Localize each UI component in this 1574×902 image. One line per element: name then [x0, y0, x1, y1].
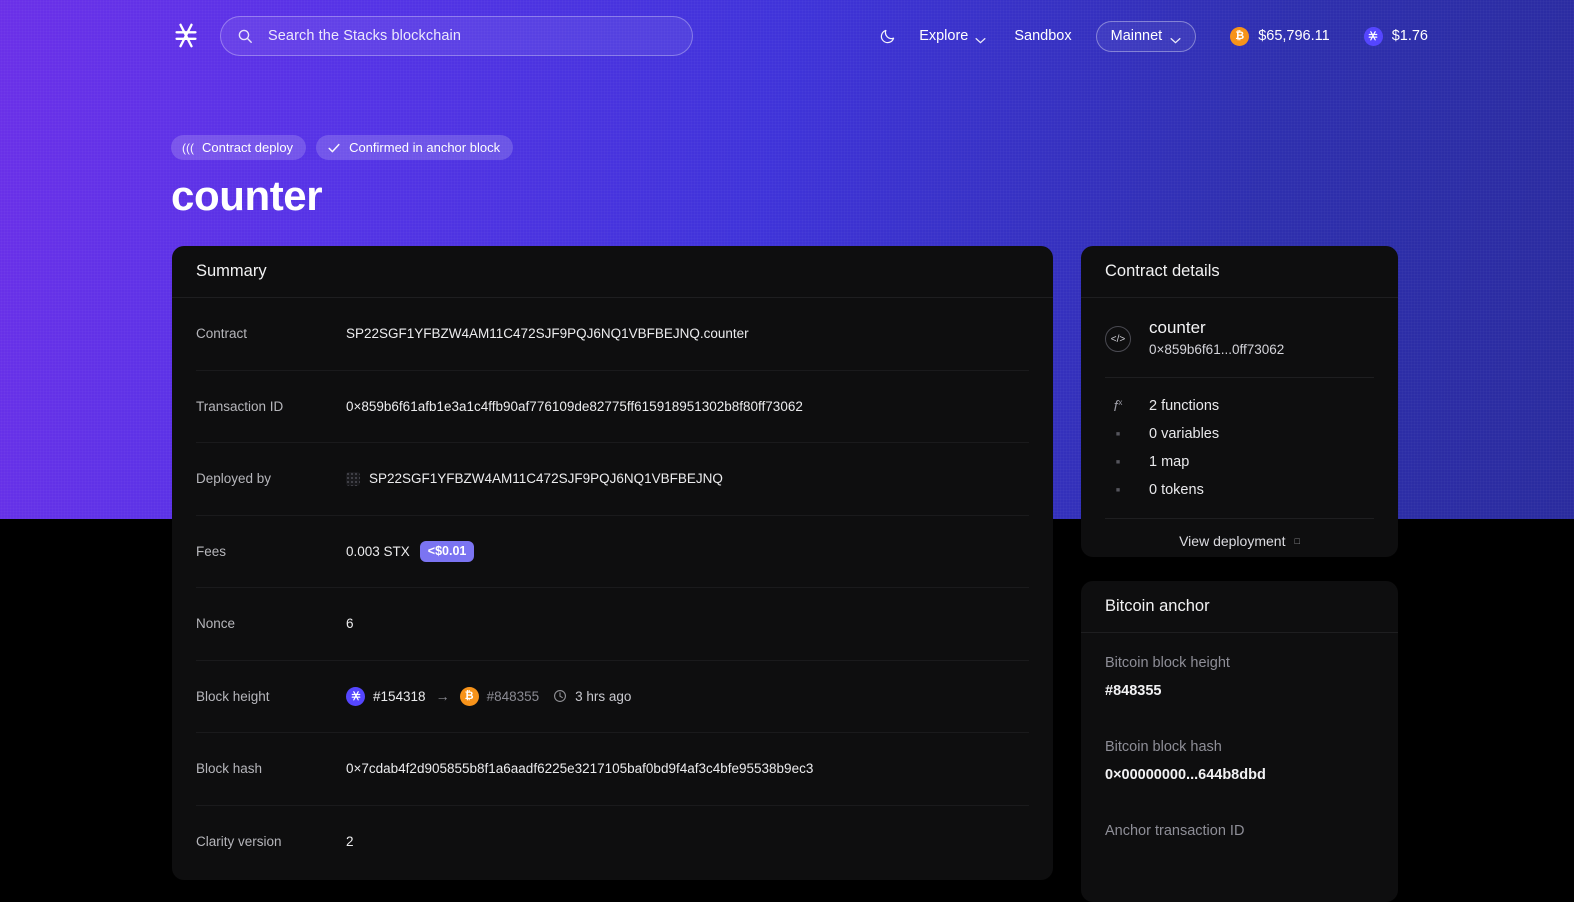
external-link-icon: □	[1294, 536, 1300, 546]
bitcoin-anchor-heading: Bitcoin anchor	[1081, 581, 1398, 633]
summary-row-contract: Contract SP22SGF1YFBZW4AM11C472SJF9PQJ6N…	[196, 298, 1029, 371]
map-icon: ■	[1115, 458, 1121, 466]
chevron-down-icon	[975, 33, 986, 44]
stacks-price[interactable]: $1.76	[1363, 26, 1428, 46]
stacks-logo-icon[interactable]	[171, 21, 201, 51]
stat-label: 0 variables	[1149, 426, 1220, 442]
bitcoin-block-hash-value[interactable]: 0×00000000...644b8dbd	[1105, 767, 1374, 783]
row-value: 2	[346, 834, 354, 850]
status-badges: ((( Contract deploy Confirmed in anchor …	[171, 135, 514, 160]
summary-heading: Summary	[172, 246, 1053, 298]
time-ago: 3 hrs ago	[575, 688, 632, 704]
row-value: 6	[346, 616, 354, 632]
row-key: Block hash	[196, 761, 263, 777]
row-key: Clarity version	[196, 834, 282, 850]
row-key: Fees	[196, 543, 227, 559]
status-badge-contract-deploy[interactable]: ((( Contract deploy	[171, 135, 307, 160]
stacks-price-value: $1.76	[1391, 28, 1428, 44]
badge-label: Contract deploy	[202, 140, 294, 155]
summary-row-clarity-version: Clarity version 2	[196, 806, 1029, 879]
stat-label: 2 functions	[1149, 398, 1220, 414]
network-label: Mainnet	[1110, 28, 1163, 44]
explore-label: Explore	[919, 28, 969, 44]
search-input[interactable]: Search the Stacks blockchain	[220, 16, 693, 56]
bitcoin-block-height-value[interactable]: #848355	[1105, 683, 1374, 699]
contract-name: counter	[1149, 318, 1206, 337]
arrow-right-icon: →	[435, 688, 450, 705]
stacks-icon	[1363, 26, 1383, 46]
code-icon: </>	[1105, 326, 1131, 352]
bitcoin-icon: ₿	[459, 686, 479, 706]
search-icon	[237, 28, 253, 44]
fee-usd-badge: <$0.01	[419, 541, 475, 562]
row-value[interactable]: 0×7cdab4f2d905855b8f1a6aadf6225e3217105b…	[346, 761, 813, 776]
contract-deploy-icon: (((	[182, 140, 194, 155]
avatar	[346, 471, 360, 486]
stacks-block-height[interactable]: #154318	[373, 689, 426, 704]
chevron-down-icon	[1170, 33, 1181, 44]
check-icon	[327, 141, 341, 155]
summary-row-fees: Fees 0.003 STX <$0.01	[196, 516, 1029, 588]
status-badge-confirmed[interactable]: Confirmed in anchor block	[316, 135, 514, 160]
bitcoin-block-height-label: Bitcoin block height	[1105, 655, 1230, 671]
row-value[interactable]: SP22SGF1YFBZW4AM11C472SJF9PQJ6NQ1VBFBEJN…	[369, 471, 723, 486]
page-root: Search the Stacks blockchain Explore San…	[0, 0, 1574, 902]
stat-functions: 𝑓x 2 functions	[1105, 392, 1374, 420]
bitcoin-anchor-card: Bitcoin anchor Bitcoin block height #848…	[1081, 581, 1398, 902]
site-header: Search the Stacks blockchain Explore San…	[0, 0, 1574, 72]
block-height-group: #154318 → ₿ #848355 3 hrs ago	[346, 686, 632, 706]
stat-label: 1 map	[1149, 454, 1190, 470]
row-key: Deployed by	[196, 471, 272, 487]
row-key: Transaction ID	[196, 398, 284, 414]
clock-icon	[553, 689, 567, 703]
contract-identity: </> counter 0×859b6f61...0ff73062	[1105, 318, 1374, 378]
contract-hash[interactable]: 0×859b6f61...0ff73062	[1149, 342, 1284, 357]
view-deployment-link[interactable]: View deployment □	[1105, 519, 1374, 557]
badge-label: Confirmed in anchor block	[349, 140, 501, 155]
summary-row-deployed-by: Deployed by SP22SGF1YFBZW4AM11C472SJF9PQ…	[196, 443, 1029, 516]
contract-details-heading: Contract details	[1081, 246, 1398, 298]
stat-tokens: ■ 0 tokens	[1105, 476, 1374, 504]
row-value: 0.003 STX	[346, 543, 410, 559]
moon-icon[interactable]	[871, 19, 905, 53]
stat-maps: ■ 1 map	[1105, 448, 1374, 476]
search-placeholder: Search the Stacks blockchain	[268, 28, 462, 44]
bitcoin-block-hash-label: Bitcoin block hash	[1105, 739, 1222, 755]
summary-row-transaction-id: Transaction ID 0×859b6f61afb1e3a1c4ffb90…	[196, 371, 1029, 443]
sandbox-label: Sandbox	[1014, 28, 1072, 44]
row-key: Block height	[196, 688, 270, 704]
stat-label: 0 tokens	[1149, 482, 1204, 498]
row-key: Nonce	[196, 616, 236, 632]
view-deployment-label: View deployment	[1179, 533, 1286, 549]
network-selector[interactable]: Mainnet	[1095, 20, 1197, 52]
bitcoin-price-value: $65,796.11	[1258, 28, 1330, 44]
bitcoin-price[interactable]: ₿ $65,796.11	[1230, 26, 1330, 46]
page-title: counter	[171, 172, 323, 219]
row-value[interactable]: SP22SGF1YFBZW4AM11C472SJF9PQJ6NQ1VBFBEJN…	[346, 326, 749, 341]
contract-stats: 𝑓x 2 functions ■ 0 variables ■ 1 map ■ 0…	[1105, 378, 1374, 519]
summary-row-block-hash: Block hash 0×7cdab4f2d905855b8f1a6aadf62…	[196, 733, 1029, 806]
variable-icon: ■	[1115, 430, 1121, 438]
contract-details-card: Contract details </> counter 0×859b6f61.…	[1081, 246, 1398, 557]
header-actions: Explore Sandbox Mainnet ₿ $65,796.11 $1.…	[871, 0, 1428, 72]
sandbox-link[interactable]: Sandbox	[1000, 28, 1085, 44]
row-key: Contract	[196, 326, 248, 342]
row-value[interactable]: 0×859b6f61afb1e3a1c4ffb90af776109de82775…	[346, 399, 803, 414]
bitcoin-icon: ₿	[1230, 26, 1250, 46]
summary-row-nonce: Nonce 6	[196, 588, 1029, 661]
stacks-icon	[346, 686, 365, 706]
bitcoin-block-height[interactable]: #848355	[487, 689, 540, 704]
summary-row-block-height: Block height #154318 → ₿ #848355 3 hrs a…	[196, 661, 1029, 733]
anchor-transaction-id-label: Anchor transaction ID	[1105, 823, 1245, 839]
token-icon: ■	[1115, 486, 1121, 494]
stat-variables: ■ 0 variables	[1105, 420, 1374, 448]
explore-menu[interactable]: Explore	[905, 28, 1000, 44]
summary-card: Summary Contract SP22SGF1YFBZW4AM11C472S…	[172, 246, 1053, 880]
function-icon: 𝑓x	[1113, 397, 1123, 415]
